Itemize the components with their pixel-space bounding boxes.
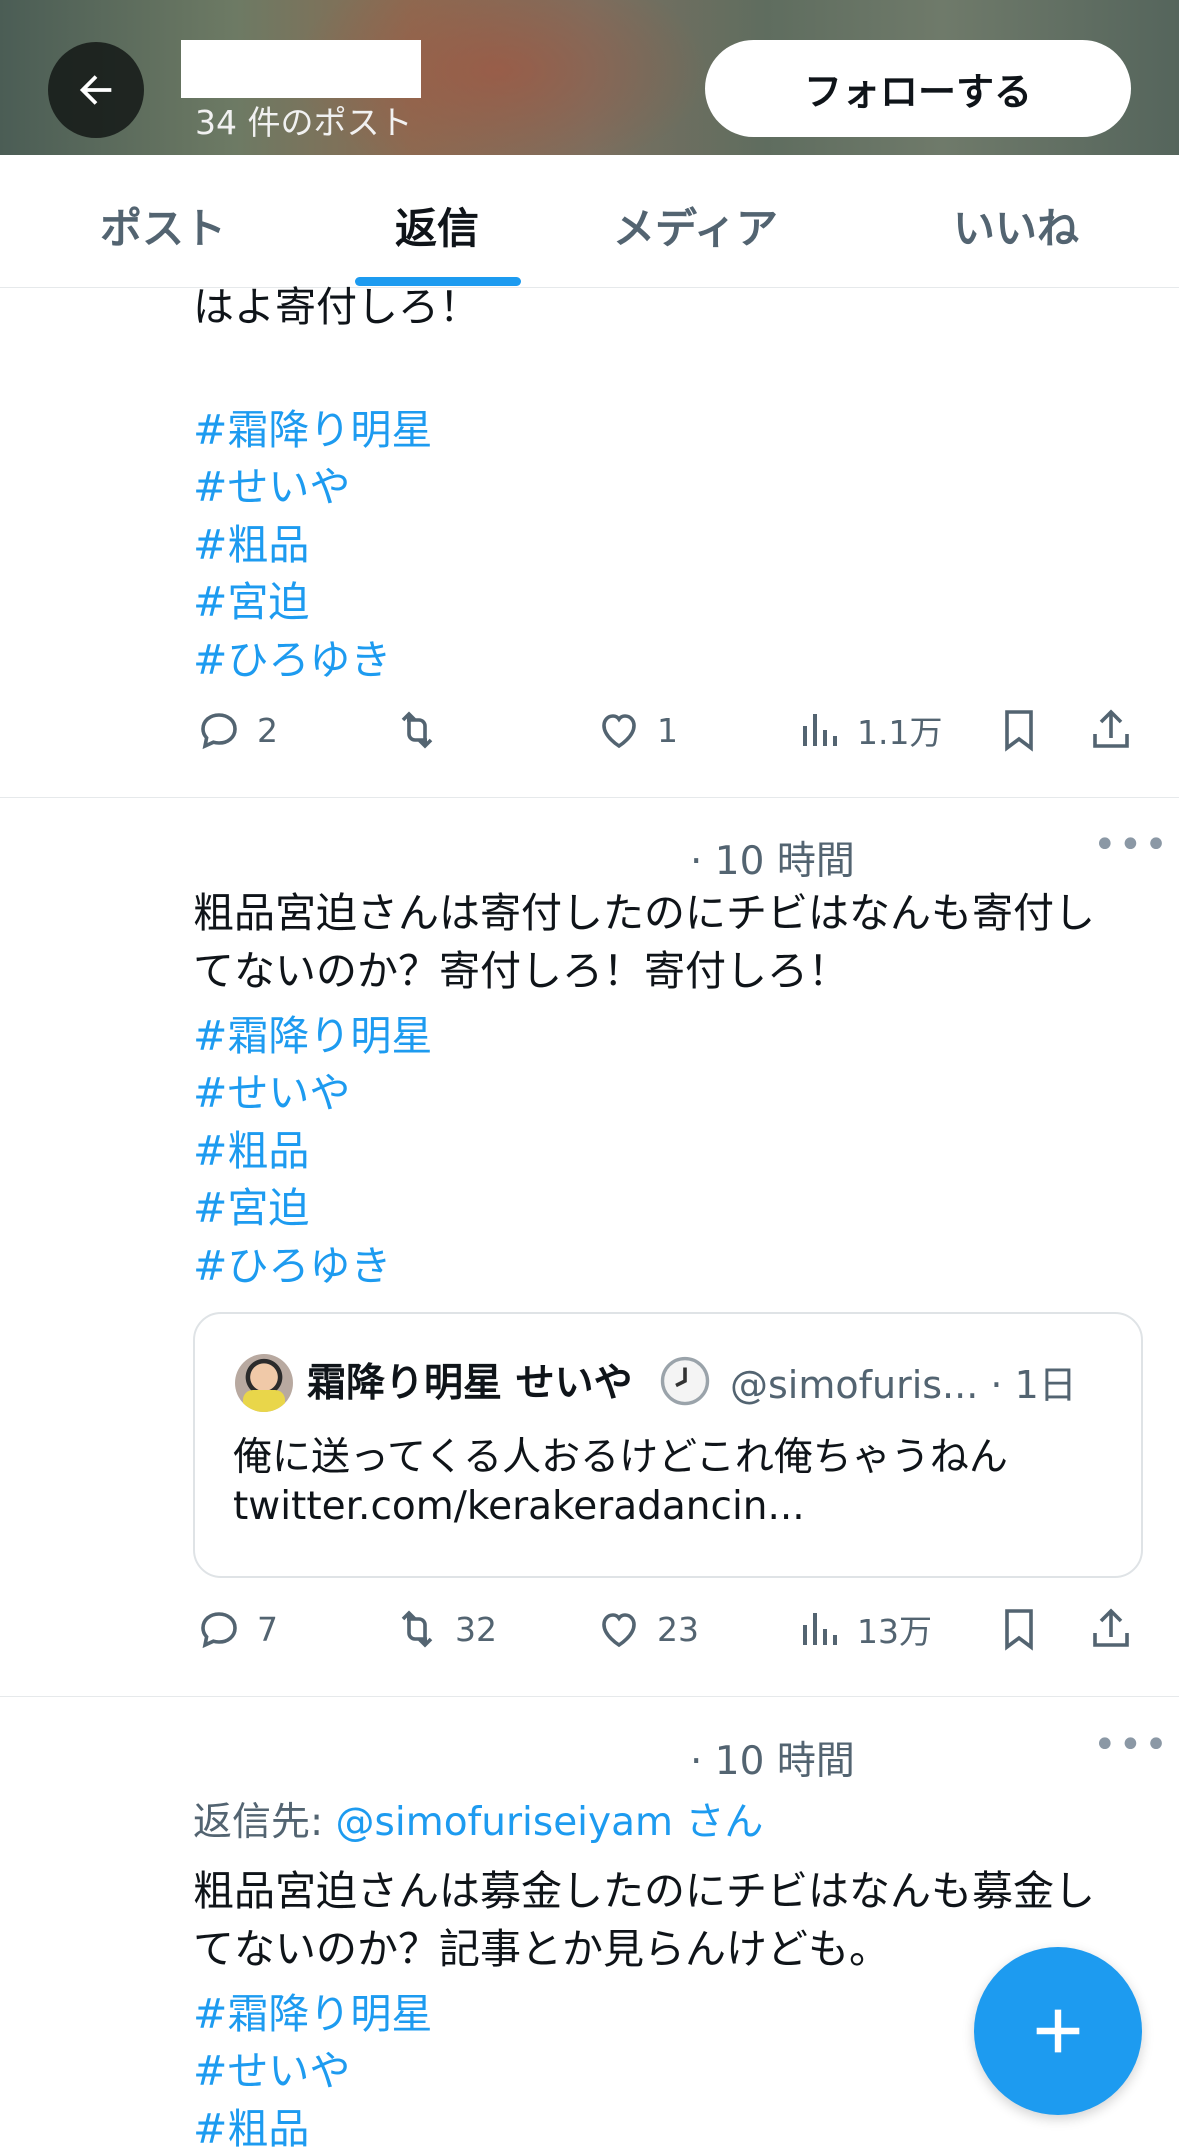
post-divider — [0, 797, 1179, 798]
quoted-text-line: 俺に送ってくる人おるけどこれ俺ちゃうねん — [233, 1435, 1008, 1480]
hashtag-link[interactable]: #粗品 — [193, 2095, 309, 2153]
follow-button[interactable]: フォローする — [705, 40, 1131, 137]
heart-icon — [602, 714, 636, 749]
profile-tabs: ポスト 返信 メディア いいね — [0, 155, 1179, 288]
more-options-icon[interactable]: ••• — [1093, 1722, 1170, 1768]
avatar — [235, 1354, 293, 1412]
plus-icon — [1036, 2009, 1080, 2053]
hashtag-link[interactable]: #せいや — [193, 1059, 350, 1119]
reply-icon — [201, 1612, 237, 1649]
more-options-icon[interactable]: ••• — [1093, 822, 1170, 868]
tab-posts[interactable]: ポスト — [100, 195, 226, 256]
hashtag-link[interactable]: #霜降り明星 — [193, 1002, 432, 1062]
hashtag-link[interactable]: #宮迫 — [193, 1174, 309, 1234]
quoted-author-name: 霜降り明星 せいや — [307, 1361, 633, 1406]
reply-icon — [201, 713, 237, 750]
tab-likes[interactable]: いいね — [953, 195, 1079, 256]
hashtag-link[interactable]: #霜降り明星 — [193, 396, 432, 456]
share-icon — [1093, 1608, 1129, 1647]
views-button[interactable]: 1.1万 — [795, 706, 942, 754]
repost-icon — [401, 1610, 433, 1648]
share-icon — [1093, 709, 1129, 748]
quoted-post-card[interactable]: 霜降り明星 せいや @simofuris... · 1日 俺に送ってくる人おるけ… — [193, 1312, 1143, 1578]
reply-count: 7 — [257, 1609, 278, 1649]
bookmark-button[interactable] — [995, 1605, 1043, 1653]
bookmark-icon — [1005, 1609, 1033, 1651]
reply-count: 2 — [257, 710, 278, 750]
arrow-left-icon — [79, 75, 112, 105]
tab-media[interactable]: メディア — [613, 195, 778, 256]
views-chart-icon — [803, 1613, 837, 1645]
profile-header: 34 件のポスト フォローする — [0, 0, 1179, 155]
like-count: 23 — [657, 1609, 699, 1649]
quoted-link: twitter.com/kerakeradancin... — [233, 1484, 805, 1529]
post-text-line: てないのか？記事とか見らんけども。 — [193, 1925, 890, 1973]
post-divider — [0, 1696, 1179, 1697]
views-button[interactable]: 13万 — [795, 1605, 932, 1653]
post-count: 34 件のポスト — [195, 103, 413, 142]
repost-icon — [401, 711, 433, 749]
hashtag-link[interactable]: #宮迫 — [193, 568, 309, 628]
like-button[interactable]: 23 — [595, 1605, 699, 1653]
repost-button[interactable]: 32 — [393, 1605, 497, 1653]
hashtag-link[interactable]: #ひろゆき — [193, 626, 391, 686]
repost-count: 32 — [455, 1609, 497, 1649]
bookmark-button[interactable] — [995, 706, 1043, 754]
hashtag-link[interactable]: #粗品 — [193, 511, 309, 571]
tab-replies[interactable]: 返信 — [395, 195, 479, 256]
share-button[interactable] — [1087, 1605, 1135, 1653]
bookmark-icon — [1005, 710, 1033, 752]
reply-to-line: 返信先: @simofuriseiyam さん — [193, 1800, 764, 1845]
reply-button[interactable]: 2 — [195, 706, 278, 754]
compose-post-button[interactable] — [974, 1947, 1142, 2115]
reply-button[interactable]: 7 — [195, 1605, 278, 1653]
repost-button[interactable] — [393, 706, 455, 754]
post-timestamp[interactable]: · 10 時間 — [690, 830, 855, 886]
post-text: はよ寄付しろ！ — [193, 283, 480, 331]
redacted-account-name — [181, 40, 421, 98]
post-timestamp[interactable]: · 10 時間 — [690, 1730, 855, 1786]
hashtag-link[interactable]: #せいや — [193, 453, 350, 513]
hashtag-link[interactable]: #ひろゆき — [193, 1232, 391, 1292]
post-text-line: 粗品宮迫さんは寄付したのにチビはなんも寄付し — [193, 889, 1095, 937]
hashtag-link[interactable]: #霜降り明星 — [193, 1980, 432, 2040]
hashtag-link[interactable]: #粗品 — [193, 1117, 309, 1177]
views-chart-icon — [803, 714, 837, 746]
reply-to-handle-link[interactable]: @simofuriseiyam — [336, 1800, 673, 1845]
post-text-line: てないのか？寄付しろ！寄付しろ！ — [193, 947, 849, 995]
clock-emoji-icon — [660, 1356, 710, 1406]
post-text-line: 粗品宮迫さんは募金したのにチビはなんも募金し — [193, 1867, 1095, 1915]
hashtag-link[interactable]: #せいや — [193, 2037, 350, 2097]
share-button[interactable] — [1087, 706, 1135, 754]
like-button[interactable]: 1 — [595, 706, 678, 754]
quoted-author-handle: @simofuris... · 1日 — [730, 1363, 1077, 1407]
view-count: 13万 — [857, 1612, 932, 1651]
heart-icon — [602, 1613, 636, 1648]
back-button[interactable] — [48, 42, 144, 138]
view-count: 1.1万 — [857, 713, 943, 752]
like-count: 1 — [657, 710, 678, 750]
